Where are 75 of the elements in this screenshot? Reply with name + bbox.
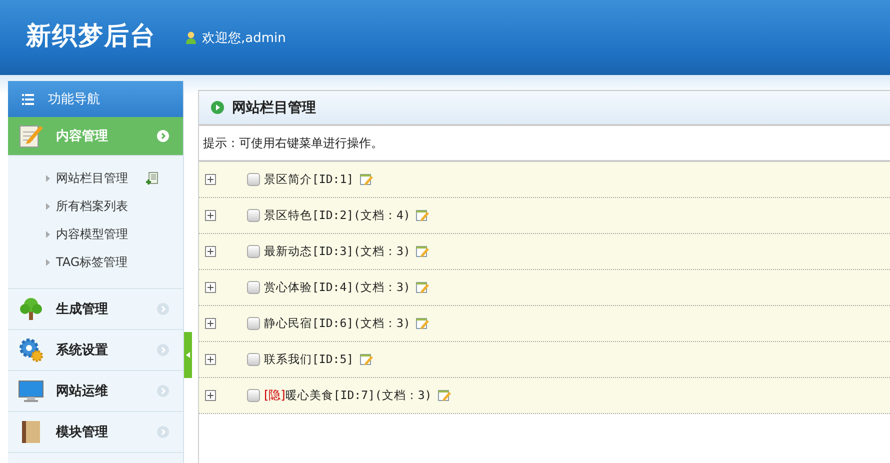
menu-section[interactable]: 系统设置 [8,330,183,371]
checkbox[interactable] [247,173,260,186]
expand-icon[interactable] [205,246,216,257]
checkbox[interactable] [247,353,260,366]
add-page-icon[interactable] [146,172,158,184]
welcome-text: 欢迎您,admin [202,30,286,46]
tree-icon [18,296,44,322]
chevron-icon [157,303,169,315]
tree-row[interactable]: 最新动态[ID:3](文档：3) [199,234,890,270]
tree-row[interactable]: 赏心体验[ID:4](文档：3) [199,270,890,306]
category-label[interactable]: 静心民宿[ID:6](文档：3) [264,316,410,331]
tree-row[interactable]: 景区特色[ID:2](文档：4) [199,198,890,234]
category-label[interactable]: 景区特色[ID:2](文档：4) [264,208,410,223]
notepad-icon [18,123,44,149]
hidden-tag: [隐] [264,387,286,404]
play-icon [211,101,224,114]
edit-icon[interactable] [416,317,430,330]
tree-row[interactable]: [隐]暖心美食[ID:7](文档：3) [199,378,890,414]
edit-icon[interactable] [360,173,373,186]
expand-icon[interactable] [205,174,216,185]
checkbox[interactable] [247,389,260,402]
section-label: 模块管理 [56,424,109,441]
chevron-icon [157,426,169,438]
tree-row[interactable]: 联系我们[ID:5] [199,342,890,378]
chevron-icon [157,344,169,356]
triangle-icon [46,202,50,210]
gear-icon [18,337,44,363]
submenu-item[interactable]: 网站栏目管理 [46,164,183,192]
expand-icon[interactable] [205,282,216,293]
checkbox[interactable] [247,209,260,222]
section-label: 网站运维 [56,382,109,400]
panel-title: 网站栏目管理 [232,98,316,116]
category-label[interactable]: 景区简介[ID:1] [264,172,354,187]
submenu-label: 所有档案列表 [56,198,128,214]
nav-title: 功能导航 [48,91,100,108]
triangle-icon [46,174,50,182]
menu-section[interactable]: 网站运维 [8,371,183,412]
user-icon [186,31,196,44]
logo: 新织梦后台 [26,20,156,52]
submenu-label: 内容模型管理 [56,226,128,242]
expand-icon[interactable] [205,390,216,401]
edit-icon[interactable] [416,209,430,222]
expand-icon[interactable] [205,210,216,221]
submenu-item[interactable]: 内容模型管理 [46,220,183,248]
checkbox[interactable] [247,317,260,330]
menu-section[interactable]: 模块管理 [8,412,183,453]
submenu-label: TAG标签管理 [56,254,128,270]
edit-icon[interactable] [360,353,373,366]
category-label[interactable]: 暖心美食[ID:7](文档：3) [285,388,432,403]
tree-row[interactable]: 景区简介[ID:1] [199,162,890,198]
triangle-icon [46,230,50,238]
expand-icon[interactable] [205,354,216,365]
section-label: 内容管理 [56,128,109,145]
chevron-icon [157,385,169,397]
submenu-label: 网站栏目管理 [56,170,128,186]
triangle-icon [46,258,50,266]
category-label[interactable]: 最新动态[ID:3](文档：3) [264,244,410,259]
edit-icon[interactable] [416,281,430,294]
checkbox[interactable] [247,245,260,258]
list-icon [22,94,34,104]
submenu-item[interactable]: TAG标签管理 [46,248,183,276]
section-label: 生成管理 [56,301,109,318]
edit-icon[interactable] [438,389,451,402]
expand-icon[interactable] [205,318,216,329]
edit-icon[interactable] [416,245,430,258]
checkbox[interactable] [247,281,260,294]
menu-section[interactable]: 生成管理 [8,289,183,330]
tree-row[interactable]: 静心民宿[ID:6](文档：3) [199,306,890,342]
section-label: 系统设置 [56,342,109,359]
category-label[interactable]: 联系我们[ID:5] [264,352,354,367]
chevron-icon [157,130,169,142]
collapse-handle[interactable] [184,332,192,378]
category-label[interactable]: 赏心体验[ID:4](文档：3) [264,280,410,295]
monitor-icon [18,378,44,404]
submenu-item[interactable]: 所有档案列表 [46,192,183,220]
